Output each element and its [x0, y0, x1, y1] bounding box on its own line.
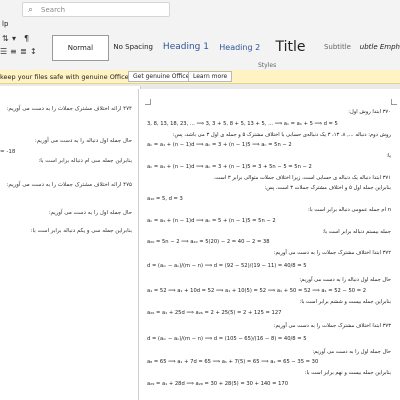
doc-line: 3, 8, 13, 18, 23, ... ⟹ 3, 3 + 5, 8 + 5,… [147, 121, 338, 127]
menu-fragment[interactable]: lp [2, 20, 8, 28]
doc-line: حال جمله اول دنباله را به دست می آوریم: [299, 277, 391, 283]
doc-line: a₂₀ = 5n − 2 ⟹ a₂₀ = 5(20) − 2 = 40 − 2 … [147, 239, 270, 245]
nav-item[interactable]: ۴۷۵ ارائه اختلاف مشترک جملات را به دست م… [7, 182, 132, 188]
style-no-spacing[interactable]: No Spacing [109, 35, 158, 59]
doc-line: بنابراین جمله بیست و ششم برابر است با: [299, 299, 391, 305]
doc-line: ۳۷۳ ابتدا اختلاف مشترک جملات را به دست م… [273, 323, 391, 329]
nav-item[interactable]: حال جمله اول دنباله را به دست می آوریم: [35, 138, 132, 144]
shading-icon[interactable]: ▾ [12, 34, 16, 43]
doc-line: a₂₆ = a₁ + 25d ⟹ a₂₆ = 2 + 25(5) = 2 + 1… [147, 310, 282, 316]
line-spacing-icon[interactable]: ↕ [30, 47, 37, 56]
nav-fragment: = -18 [0, 149, 16, 155]
doc-line: d = (aₘ − aₙ)/(m − n) ⟹ d = (92 − 52)/(1… [147, 263, 307, 269]
navigation-pane[interactable]: ۴۷۴ ارائه اختلاف مشترک جملات را به دست م… [0, 86, 141, 400]
doc-line: ۳۷۱ ابتدا دنباله یک دنباله ی حسابی است، … [213, 175, 391, 181]
document-page[interactable]: ۳۷۰ ابتدا روش اول: 3, 8, 13, 18, 23, ...… [138, 89, 400, 400]
search-icon: ⌕ [28, 4, 34, 15]
search-placeholder: Search [41, 5, 66, 14]
margin-corner [391, 99, 397, 105]
sort-icon[interactable]: ⇅ [2, 34, 9, 43]
doc-line: n ام جمله عمومی دنباله برابر است با: [307, 207, 391, 213]
search-box[interactable]: ⌕ Search [22, 2, 170, 17]
style-subtle-emphasis[interactable]: ubtle Emph [359, 35, 400, 59]
doc-line: یا: [386, 153, 391, 159]
doc-line: a₂₉ = a₁ + 28d ⟹ a₂₉ = 30 + 28(5) = 30 +… [147, 381, 289, 387]
doc-line: جمله بیستم دنباله برابر است با: [322, 229, 391, 235]
doc-line: ۳۷۲ ابتدا اختلاف مشترک جملات را به دست م… [273, 250, 391, 256]
get-genuine-office-button[interactable]: Get genuine Office [128, 71, 195, 82]
doc-line: بنابراین جمله بیست و نهم برابر است با: [304, 370, 391, 376]
nav-item[interactable]: بنابراین جمله سی و یکم دنباله برابر است … [31, 228, 132, 234]
doc-line: بنابراین جمله اول ۵ و اختلاف مشترک جملات… [264, 185, 391, 191]
styles-group-label: Styles [258, 62, 277, 69]
align-center-icon[interactable]: ≡ [10, 47, 17, 56]
styles-gallery: Normal No Spacing Heading 1 Heading 2 Ti… [52, 35, 400, 61]
nav-item[interactable]: حال جمله اول را به دست می آوریم: [49, 210, 132, 216]
align-right-icon[interactable]: ≣ [20, 47, 27, 56]
info-bar: keep your files safe with genuine Office… [0, 70, 400, 84]
doc-line: a₈ = 65 ⟹ a₁ + 7d = 65 ⟹ a₁ + 7(5) = 65 … [147, 359, 319, 365]
style-heading-2[interactable]: Heading 2 [214, 35, 265, 59]
style-subtitle[interactable]: Subtitle [316, 35, 359, 59]
learn-more-button[interactable]: Learn more [188, 71, 233, 82]
doc-line: روش دوم: دنباله ..., ۸، ۱۳، ۳ یک دنباله‌… [172, 132, 391, 138]
paragraph-tools: ⇅ ▾ ¶ ☰ ≡ ≣ ↕ [0, 34, 46, 62]
doc-line: aₙ = a₁ + (n − 1)d ⟹ aₙ = 5 + (n − 1)5 =… [147, 218, 276, 224]
style-heading-1[interactable]: Heading 1 [158, 35, 215, 59]
pilcrow-icon[interactable]: ¶ [24, 34, 29, 43]
menu-row: lp [0, 18, 400, 30]
nav-item[interactable]: ۴۷۴ ارائه اختلاف مشترک جملات را به دست م… [7, 106, 132, 112]
style-normal[interactable]: Normal [52, 35, 109, 61]
doc-line: aₙ = a₁ + (n − 1)d ⟹ aₙ = 3 + (n − 1)5 =… [147, 164, 312, 170]
nav-item[interactable]: بنابراین جمله سی ام دنباله برابر است با: [38, 158, 132, 164]
margin-corner [145, 99, 151, 105]
doc-line: d = (aₘ − aₙ)/(m − n) ⟹ d = (105 − 65)/(… [147, 336, 307, 342]
title-bar: ⌕ Search [0, 0, 400, 18]
style-title[interactable]: Title [265, 35, 316, 59]
doc-line: حال جمله اول را به دست می آوریم: [312, 349, 391, 355]
doc-line: aₙ = a₁ + (n − 1)d ⟹ aₙ = 3 + (n − 1)5 ⟹… [147, 142, 292, 148]
doc-line: a₁ = 52 ⟹ a₁ + 10d = 52 ⟹ a₁ + 10(5) = 5… [147, 288, 367, 294]
doc-line: ۳۷۰ ابتدا روش اول: [348, 109, 391, 115]
doc-line: a₁₀ = 5, d = 3 [147, 196, 183, 202]
align-left-icon[interactable]: ☰ [0, 47, 7, 56]
ribbon: ⇅ ▾ ¶ ☰ ≡ ≣ ↕ Normal No Spacing Heading … [0, 30, 400, 71]
